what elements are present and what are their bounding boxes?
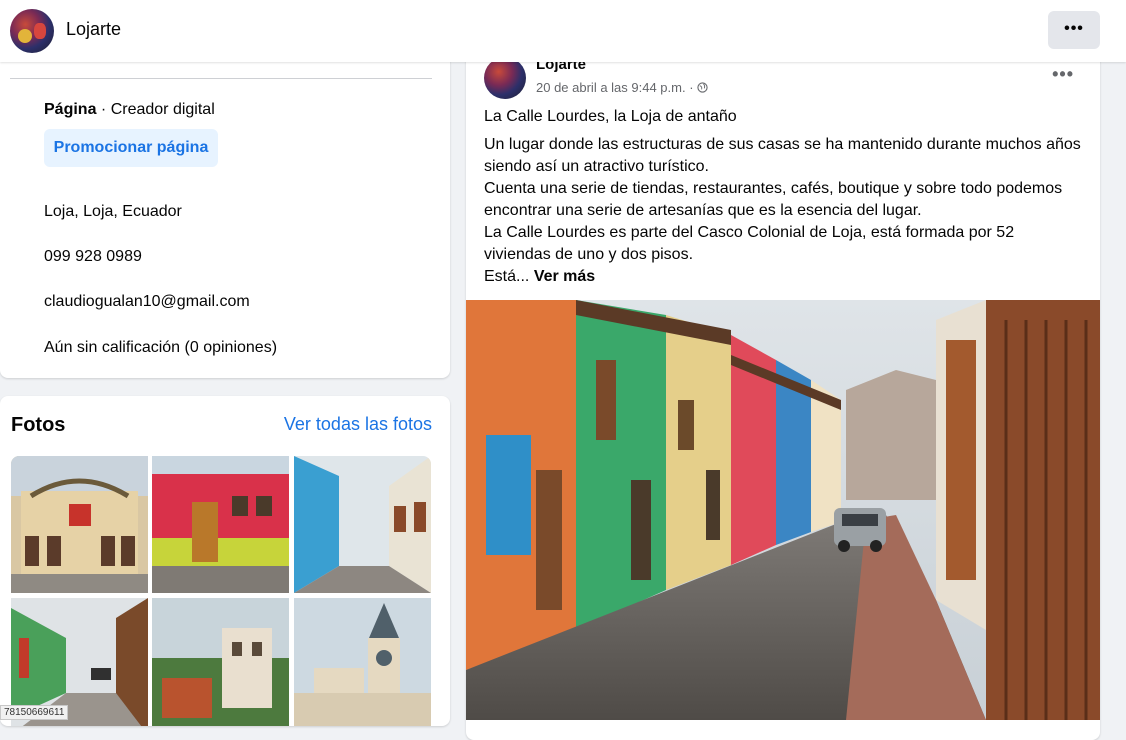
page-category-label: Página	[44, 101, 97, 118]
promote-page-button[interactable]: Promocionar página	[44, 129, 218, 167]
status-bar-url: 78150669611	[0, 705, 69, 720]
post-truncated-text: Está...	[484, 268, 530, 285]
post-photo[interactable]	[466, 300, 1100, 720]
post-body: La Calle Lourdes, la Loja de antaño Un l…	[484, 106, 1084, 288]
phone-text: 099 928 0989	[44, 248, 142, 265]
more-options-button[interactable]: •••	[1048, 11, 1100, 49]
ellipsis-icon: •••	[1052, 64, 1074, 84]
photos-title: Fotos	[11, 414, 66, 436]
page-name[interactable]: Lojarte	[66, 19, 121, 40]
post-timestamp[interactable]: 20 de abril a las 9:44 p.m. ·	[536, 80, 708, 95]
photo-thumbnail[interactable]	[11, 456, 148, 593]
intro-card: Página · Creador digital Promocionar pág…	[0, 40, 450, 378]
photo-thumbnail[interactable]	[152, 456, 289, 593]
photo-thumbnail[interactable]	[294, 598, 431, 726]
post-card: Lojarte 20 de abril a las 9:44 p.m. · ••…	[466, 40, 1100, 740]
location-text[interactable]: Loja, Loja, Ecuador	[44, 203, 182, 221]
see-more-link[interactable]: Ver más	[534, 268, 595, 285]
post-paragraph: Un lugar donde las estructuras de sus ca…	[484, 136, 1081, 175]
post-author-avatar[interactable]	[484, 57, 526, 99]
globe-icon	[697, 80, 708, 95]
page-category: Página · Creador digital	[44, 101, 215, 119]
photo-thumbnail[interactable]	[152, 598, 289, 726]
email-link[interactable]: claudiogualan10@gmail.com	[44, 293, 250, 311]
photo-thumbnail[interactable]	[294, 456, 431, 593]
post-heading: La Calle Lourdes, la Loja de antaño	[484, 108, 737, 125]
post-date[interactable]: 20 de abril a las 9:44 p.m. ·	[536, 80, 697, 95]
post-paragraph: Cuenta una serie de tiendas, restaurante…	[484, 180, 1063, 219]
page-avatar[interactable]	[10, 9, 54, 53]
post-paragraph: La Calle Lourdes es parte del Casco Colo…	[484, 224, 1015, 263]
ellipsis-icon: •••	[1064, 20, 1084, 37]
page-category-value: · Creador digital	[96, 101, 215, 118]
post-options-button[interactable]: •••	[1052, 64, 1074, 85]
post-truncated-line: Está... Ver más	[484, 266, 1084, 288]
photos-card: Fotos Ver todas las fotos	[0, 396, 450, 726]
see-all-photos-link[interactable]: Ver todas las fotos	[284, 414, 432, 435]
divider	[10, 78, 432, 79]
rating-text[interactable]: Aún sin calificación (0 opiniones)	[44, 339, 277, 357]
page-header: Lojarte •••	[0, 0, 1126, 62]
